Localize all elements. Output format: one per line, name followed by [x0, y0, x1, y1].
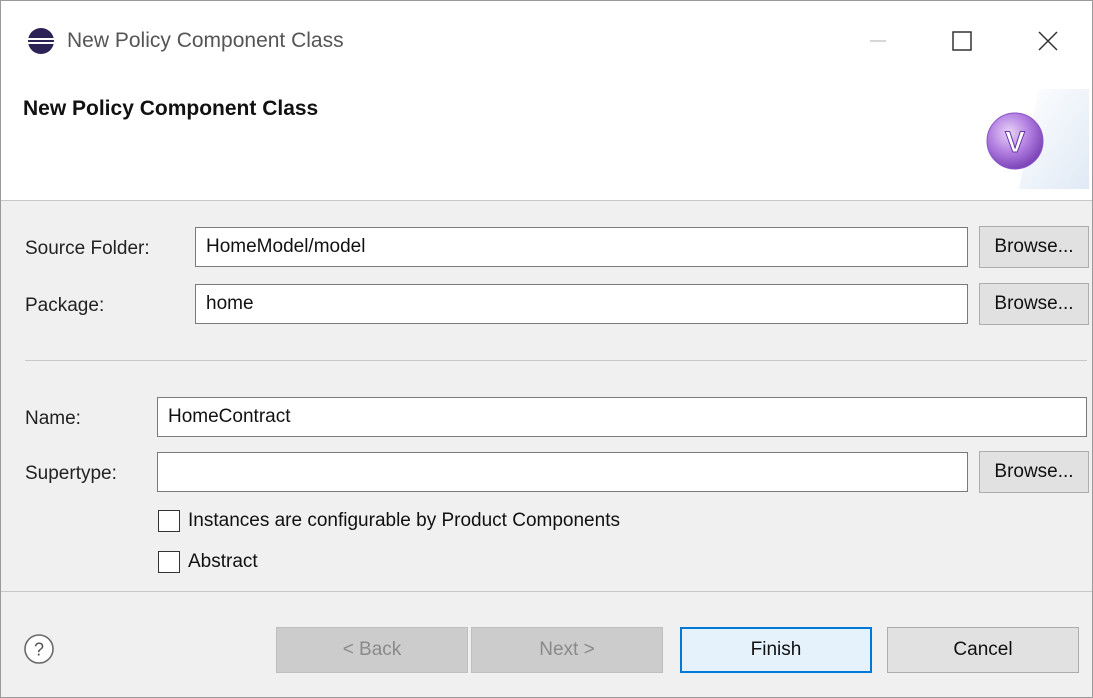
next-button[interactable]: Next >	[471, 627, 663, 673]
source-folder-browse-button[interactable]: Browse...	[979, 226, 1089, 268]
minimize-button[interactable]	[853, 19, 903, 63]
section-separator	[25, 360, 1087, 361]
package-browse-button[interactable]: Browse...	[979, 283, 1089, 325]
window-title: New Policy Component Class	[67, 29, 344, 52]
source-folder-input[interactable]: HomeModel/model	[195, 227, 968, 267]
maximize-button[interactable]	[937, 19, 987, 63]
minimize-icon	[870, 40, 886, 42]
supertype-input[interactable]	[157, 452, 968, 492]
supertype-browse-button[interactable]: Browse...	[979, 451, 1089, 493]
dialog-window: New Policy Component Class New Policy Co…	[0, 0, 1093, 698]
package-label: Package:	[25, 295, 105, 316]
wizard-banner: New Policy Component Class V	[1, 79, 1092, 201]
back-button[interactable]: < Back	[276, 627, 468, 673]
abstract-checkbox[interactable]	[158, 551, 180, 573]
source-folder-label: Source Folder:	[25, 238, 150, 259]
name-input[interactable]: HomeContract	[157, 397, 1087, 437]
help-icon[interactable]: ?	[23, 633, 55, 665]
abstract-checkbox-label: Abstract	[188, 551, 258, 572]
supertype-label: Supertype:	[25, 463, 117, 484]
configurable-checkbox[interactable]	[158, 510, 180, 532]
maximize-icon	[952, 31, 972, 51]
policy-class-wizard-icon: V	[986, 89, 1089, 189]
eclipse-icon	[28, 28, 54, 54]
footer-separator	[1, 591, 1092, 592]
title-bar: New Policy Component Class	[1, 1, 1092, 79]
configurable-checkbox-row[interactable]: Instances are configurable by Product Co…	[158, 510, 620, 532]
close-button[interactable]	[1023, 19, 1073, 63]
cancel-button[interactable]: Cancel	[887, 627, 1079, 673]
finish-button[interactable]: Finish	[680, 627, 872, 673]
configurable-checkbox-label: Instances are configurable by Product Co…	[188, 510, 620, 531]
svg-text:V: V	[1005, 126, 1025, 159]
wizard-heading: New Policy Component Class	[23, 97, 319, 120]
name-label: Name:	[25, 408, 81, 429]
abstract-checkbox-row[interactable]: Abstract	[158, 551, 258, 573]
svg-text:?: ?	[34, 640, 44, 660]
close-icon	[1038, 31, 1058, 51]
package-input[interactable]: home	[195, 284, 968, 324]
